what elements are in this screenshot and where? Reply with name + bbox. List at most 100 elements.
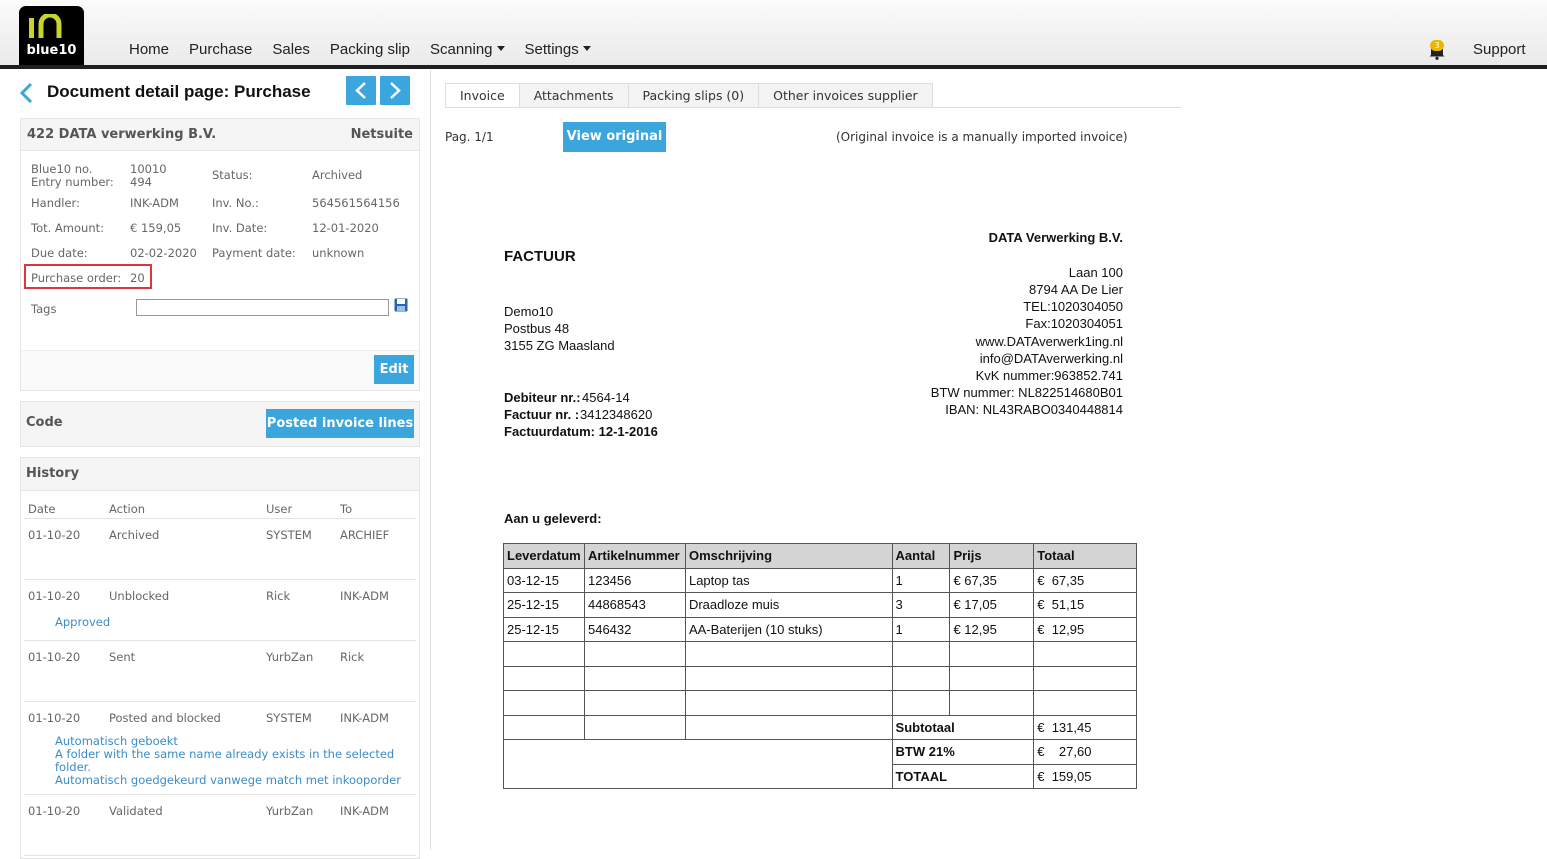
payment-date-value: unknown: [312, 246, 365, 260]
cell: [891, 690, 951, 716]
sender-line: www.DATAverwerk1ing.nl: [975, 334, 1123, 349]
cell: 123456: [583, 567, 686, 593]
recipient-line: Demo10: [504, 304, 554, 319]
inv-date-label: Inv. Date:: [212, 221, 268, 235]
nav-settings[interactable]: Settings: [525, 41, 579, 58]
nav-sales[interactable]: Sales: [272, 41, 310, 58]
main-nav: Home Purchase Sales Packing slip Scannin…: [129, 41, 611, 58]
cell: € 12,95: [949, 616, 1035, 642]
history-user: Rick: [266, 589, 291, 603]
tab-other-invoices-supplier[interactable]: Other invoices supplier: [758, 83, 933, 107]
btw-value: € 27,60: [1033, 739, 1137, 765]
debiteur-label: Debiteur nr.:: [504, 390, 581, 405]
supplier-name: 422 DATA verwerking B.V.: [27, 127, 217, 142]
btw-label: BTW 21%: [891, 739, 1035, 765]
history-row-divider: [24, 579, 416, 580]
cell: [583, 665, 686, 691]
subtotal-label: Subtotaal: [891, 714, 1035, 740]
blue10-no-label: Blue10 no.: [31, 162, 93, 176]
notification-badge: 3: [1430, 40, 1444, 51]
caret-down-icon: [496, 46, 505, 51]
cell: [503, 665, 585, 691]
back-arrow-icon[interactable]: [18, 82, 34, 104]
nav-scanning-wrap[interactable]: Scanning: [430, 41, 505, 58]
cell: [684, 714, 893, 740]
tabs-underline: [445, 107, 1181, 108]
nav-settings-wrap[interactable]: Settings: [525, 41, 591, 58]
history-date: 01-10-20: [28, 711, 81, 725]
next-document-button[interactable]: [380, 76, 410, 105]
table-row: 25-12-15 44868543 Draadloze muis 3 € 17,…: [503, 592, 1137, 618]
panel-divider: [430, 70, 431, 850]
subtotal-row: Subtotaal € 131,45: [503, 714, 1137, 740]
cell: [949, 665, 1035, 691]
history-col-date: Date: [28, 502, 56, 516]
history-action: Sent: [109, 650, 136, 664]
tab-attachments[interactable]: Attachments: [518, 83, 629, 107]
history-user: SYSTEM: [266, 711, 312, 725]
chevron-left-icon: [355, 82, 366, 99]
due-date-label: Due date:: [31, 246, 88, 260]
cell: [1033, 690, 1137, 716]
history-row-divider: [24, 640, 416, 641]
cell: € 67,35: [1033, 567, 1137, 593]
nav-home[interactable]: Home: [129, 41, 169, 58]
status-label: Status:: [212, 168, 253, 182]
tab-packing-slips[interactable]: Packing slips (0): [627, 83, 760, 107]
sender-line: Laan 100: [1068, 265, 1123, 280]
tab-invoice[interactable]: Invoice: [445, 83, 520, 108]
debiteur-value: 4564-14: [582, 390, 630, 405]
factuurdatum: Factuurdatum: 12-1-2016: [504, 424, 658, 439]
tags-input[interactable]: [136, 299, 389, 316]
cell: € 12,95: [1033, 616, 1137, 642]
table-row: 03-12-15 123456 Laptop tas 1 € 67,35 € 6…: [503, 567, 1137, 593]
nav-packing-slip[interactable]: Packing slip: [330, 41, 410, 58]
cell: € 17,05: [949, 592, 1035, 618]
view-original-button[interactable]: View original: [563, 122, 666, 152]
history-action: Unblocked: [109, 589, 170, 603]
col-artikelnummer: Artikelnummer: [583, 543, 686, 569]
inv-no-value: 564561564156: [312, 196, 400, 210]
cell: 1: [891, 616, 951, 642]
posted-invoice-lines-button[interactable]: Posted invoice lines: [266, 409, 414, 438]
tot-amount-label: Tot. Amount:: [31, 221, 104, 235]
table-row-empty: [503, 690, 1137, 716]
edit-button[interactable]: Edit: [374, 355, 414, 384]
inv-no-label: Inv. No.:: [212, 196, 259, 210]
original-invoice-note: (Original invoice is a manually imported…: [836, 130, 1128, 144]
top-bar-divider: [0, 65, 1547, 69]
purchase-order-label: Purchase order:: [31, 271, 122, 285]
history-header-divider: [24, 518, 416, 519]
nav-purchase[interactable]: Purchase: [189, 41, 252, 58]
history-to: Rick: [340, 650, 365, 664]
logo-mark-icon: [29, 14, 62, 38]
document-tabs: Invoice Attachments Packing slips (0) Ot…: [445, 83, 933, 108]
details-header: 422 DATA verwerking B.V. Netsuite: [21, 119, 419, 151]
history-date: 01-10-20: [28, 528, 81, 542]
cell: [583, 714, 686, 740]
sender-line: TEL:1020304050: [1023, 299, 1123, 314]
handler-label: Handler:: [31, 196, 80, 210]
due-date-value: 02-02-2020: [130, 246, 197, 260]
blue10-logo[interactable]: blue10: [19, 6, 84, 65]
cell: [1033, 641, 1137, 667]
history-to: INK-ADM: [340, 589, 389, 603]
cell: [1033, 665, 1137, 691]
history-action: Validated: [109, 804, 163, 818]
support-link[interactable]: Support: [1473, 41, 1526, 58]
history-date: 01-10-20: [28, 589, 81, 603]
purchase-order-value: 20: [130, 271, 145, 285]
previous-document-button[interactable]: [346, 76, 376, 105]
col-omschrijving: Omschrijving: [684, 543, 893, 569]
table-row: 25-12-15 546432 AA-Baterijen (10 stuks) …: [503, 616, 1137, 642]
history-date: 01-10-20: [28, 650, 81, 664]
cell: 3: [891, 592, 951, 618]
cell: € 51,15: [1033, 592, 1137, 618]
cell: AA-Baterijen (10 stuks): [684, 616, 893, 642]
total-label: TOTAAL: [891, 763, 1035, 789]
cell: [583, 690, 686, 716]
history-date: 01-10-20: [28, 804, 81, 818]
nav-scanning[interactable]: Scanning: [430, 41, 493, 58]
save-icon[interactable]: [394, 298, 408, 312]
tags-label: Tags: [31, 302, 57, 316]
